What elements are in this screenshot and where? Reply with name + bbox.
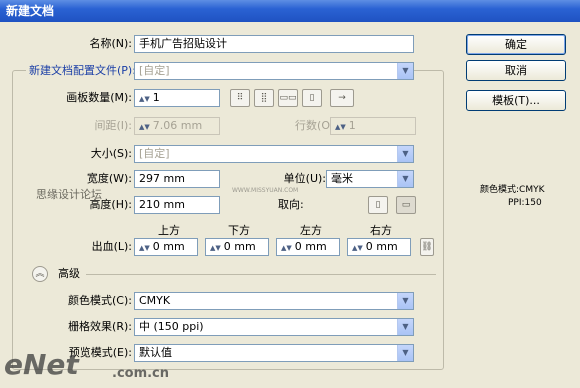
bleed-left-field[interactable]: ▲▼ 0 mm bbox=[276, 238, 340, 256]
size-label: 大小(S): bbox=[90, 147, 132, 160]
chevron-down-icon: ▼ bbox=[397, 319, 413, 335]
spacing-value: 7.06 mm bbox=[152, 119, 203, 132]
bleed-left-value: 0 mm bbox=[294, 240, 327, 253]
chevron-down-icon: ▼ bbox=[397, 171, 413, 187]
dialog-body: 确定 取消 模板(T)... 颜色模式:CMYK PPI:150 名称(N): … bbox=[0, 22, 580, 388]
chevron-down-icon: ▼ bbox=[397, 345, 413, 361]
color-mode-select-value: CMYK bbox=[139, 294, 171, 307]
rows-value: 1 bbox=[348, 119, 356, 132]
spacing-label: 间距(I): bbox=[94, 119, 132, 132]
orientation-label: 取向: bbox=[278, 198, 304, 211]
color-mode-select[interactable]: CMYK ▼ bbox=[134, 292, 414, 310]
size-select[interactable]: [自定] ▼ bbox=[134, 145, 414, 163]
cancel-button[interactable]: 取消 bbox=[466, 60, 566, 81]
artboards-label: 画板数量(M): bbox=[66, 91, 132, 104]
color-mode-info: 颜色模式:CMYK bbox=[480, 185, 545, 195]
watermark-site-url: WWW.MISSYUAN.COM bbox=[232, 187, 299, 194]
bleed-bottom-field[interactable]: ▲▼ 0 mm bbox=[205, 238, 269, 256]
bleed-right-field[interactable]: ▲▼ 0 mm bbox=[347, 238, 411, 256]
chevron-down-icon: ▼ bbox=[397, 63, 413, 79]
name-label: 名称(N): bbox=[89, 37, 132, 50]
chevron-down-icon: ▼ bbox=[397, 146, 413, 162]
bleed-bottom-value: 0 mm bbox=[223, 240, 256, 253]
spacing-field: ▲▼ 7.06 mm bbox=[134, 117, 220, 135]
units-select-value: 毫米 bbox=[331, 172, 353, 185]
raster-label: 栅格效果(R): bbox=[68, 320, 132, 333]
profile-select-value: [自定] bbox=[139, 64, 170, 77]
window-title: 新建文档 bbox=[0, 0, 580, 22]
spinner-icon[interactable]: ▲▼ bbox=[281, 244, 292, 252]
chevron-up-icon[interactable]: ︽ bbox=[32, 266, 48, 282]
column-icon[interactable]: ▯ bbox=[302, 89, 322, 107]
chain-link-icon[interactable]: ⛓ bbox=[420, 238, 434, 256]
portrait-icon[interactable]: ▯ bbox=[368, 196, 388, 214]
units-label: 单位(U): bbox=[283, 172, 326, 185]
advanced-label: 高级 bbox=[58, 267, 80, 280]
advanced-divider bbox=[86, 274, 436, 275]
artboards-field[interactable]: ▲▼ 1 bbox=[134, 89, 220, 107]
profile-label: 新建文档配置文件(P): bbox=[26, 62, 139, 80]
bleed-label: 出血(L): bbox=[91, 240, 132, 253]
bleed-top-field[interactable]: ▲▼ 0 mm bbox=[134, 238, 198, 256]
bleed-top-value: 0 mm bbox=[152, 240, 185, 253]
spinner-icon: ▲▼ bbox=[139, 123, 150, 131]
preview-select[interactable]: 默认值 ▼ bbox=[134, 344, 414, 362]
spinner-icon[interactable]: ▲▼ bbox=[139, 95, 150, 103]
profile-select[interactable]: [自定] ▼ bbox=[134, 62, 414, 80]
arrow-right-icon[interactable]: → bbox=[330, 89, 354, 107]
width-field[interactable]: 297 mm bbox=[134, 170, 220, 188]
raster-select[interactable]: 中 (150 ppi) ▼ bbox=[134, 318, 414, 336]
spinner-icon[interactable]: ▲▼ bbox=[139, 244, 150, 252]
artboards-value: 1 bbox=[152, 91, 160, 104]
spinner-icon[interactable]: ▲▼ bbox=[352, 244, 363, 252]
color-mode-label: 颜色模式(C): bbox=[68, 294, 132, 307]
height-label: 高度(H): bbox=[89, 198, 132, 211]
chevron-down-icon: ▼ bbox=[397, 293, 413, 309]
size-select-value: [自定] bbox=[139, 147, 170, 160]
width-label: 宽度(W): bbox=[86, 172, 132, 185]
units-select[interactable]: 毫米 ▼ bbox=[326, 170, 414, 188]
templates-button[interactable]: 模板(T)... bbox=[466, 90, 566, 111]
ok-button[interactable]: 确定 bbox=[466, 34, 566, 55]
name-field[interactable]: 手机广告招贴设计 bbox=[134, 35, 414, 53]
spinner-icon: ▲▼ bbox=[335, 123, 346, 131]
landscape-icon[interactable]: ▭ bbox=[396, 196, 416, 214]
grid-col-icon[interactable]: ⣿ bbox=[254, 89, 274, 107]
bleed-right-value: 0 mm bbox=[365, 240, 398, 253]
row-icon[interactable]: ▭▭ bbox=[278, 89, 298, 107]
ppi-info: PPI:150 bbox=[508, 198, 542, 208]
rows-label: 行数(O): bbox=[295, 119, 338, 132]
watermark-logo: eNet bbox=[4, 348, 79, 381]
spinner-icon[interactable]: ▲▼ bbox=[210, 244, 221, 252]
rows-field: ▲▼ 1 bbox=[330, 117, 416, 135]
height-field[interactable]: 210 mm bbox=[134, 196, 220, 214]
raster-select-value: 中 (150 ppi) bbox=[139, 320, 204, 333]
watermark-logo-domain: .com.cn bbox=[112, 366, 170, 381]
preview-select-value: 默认值 bbox=[139, 346, 172, 359]
grid-row-icon[interactable]: ⠿ bbox=[230, 89, 250, 107]
